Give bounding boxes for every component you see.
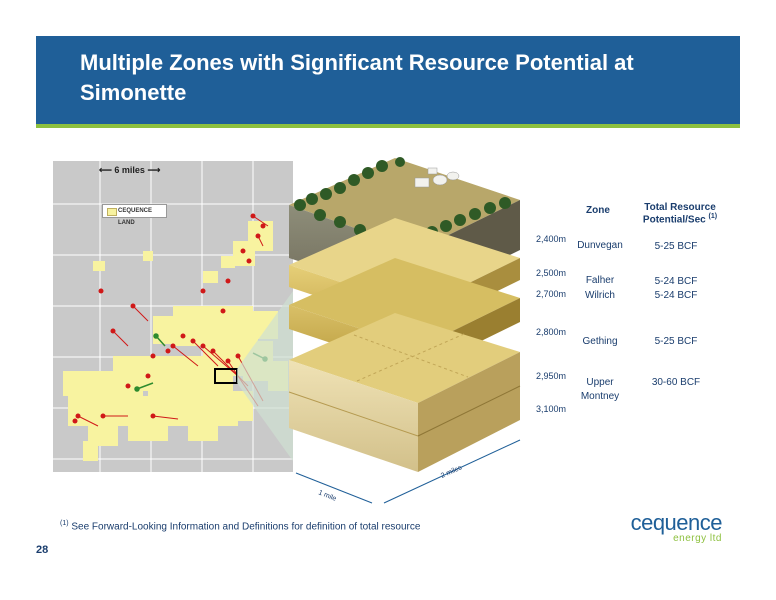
- zone-upper-montney-line1: Upper: [586, 377, 614, 388]
- header-potential-line2: Potential/Sec (1): [630, 213, 730, 225]
- potential-wilrich: 5-24 BCF: [654, 290, 698, 301]
- potential-upper-montney: 30-60 BCF: [651, 377, 701, 388]
- footnote-marker: (1): [60, 520, 69, 527]
- page-number: 28: [36, 544, 49, 556]
- header-potential-line1: Total Resource: [644, 202, 716, 213]
- header-potential-sup: (1): [708, 213, 718, 220]
- potential-falher: 5-24 BCF: [654, 276, 698, 287]
- header-potential: Total Resource Potential/Sec (1): [630, 202, 730, 225]
- header-potential-line2-text: Potential/Sec: [642, 214, 706, 226]
- potential-dunvegan: 5-25 BCF: [654, 241, 698, 252]
- zone-wilrich: Wilrich: [585, 290, 615, 301]
- footnote: (1) See Forward-Looking Information and …: [60, 520, 420, 532]
- footnote-text: See Forward-Looking Information and Defi…: [71, 521, 421, 533]
- zone-dunvegan: Dunvegan: [577, 240, 623, 251]
- zone-gething: Gething: [582, 336, 618, 347]
- scale-2-miles: 2 miles: [440, 464, 464, 480]
- zone-upper-montney-line2: Montney: [580, 391, 620, 402]
- company-logo: cequence energy ltd: [622, 510, 723, 550]
- scale-1-mile: 1 mile: [317, 489, 337, 503]
- zone-falher: Falher: [585, 275, 615, 286]
- potential-gething: 5-25 BCF: [654, 336, 698, 347]
- header-zone: Zone: [586, 205, 610, 216]
- depth-label: 3,100m: [536, 404, 567, 414]
- logo-subtitle: energy ltd: [673, 533, 722, 544]
